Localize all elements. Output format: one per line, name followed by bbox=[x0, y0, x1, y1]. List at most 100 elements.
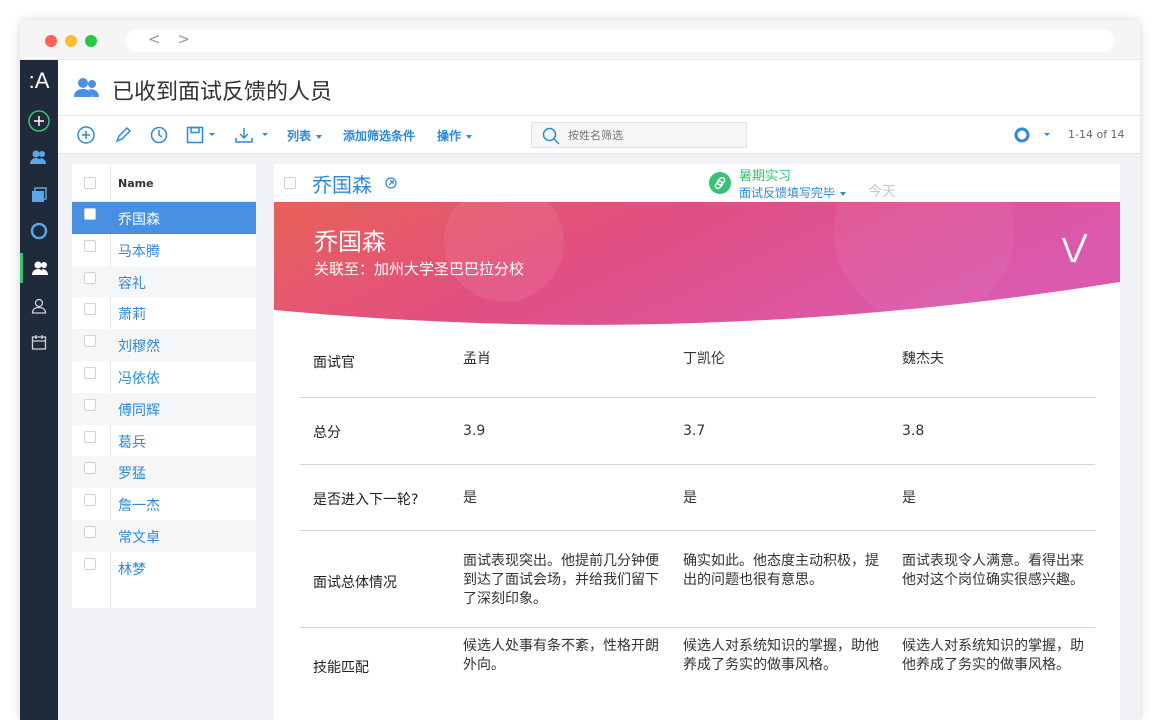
list-item[interactable]: 乔国森 bbox=[72, 202, 256, 234]
candidate-name[interactable]: 詹一杰 bbox=[118, 495, 160, 515]
page-header: 已收到面试反馈的人员 bbox=[58, 60, 1140, 116]
row-checkbox[interactable] bbox=[84, 525, 96, 538]
job-tag[interactable]: 暑期实习 面试反馈填写完毕 bbox=[701, 164, 866, 202]
banner-association: 关联至：加州大学圣巴巴拉分校 bbox=[314, 260, 525, 278]
row-checkbox[interactable] bbox=[84, 366, 96, 379]
name-column-header[interactable]: Name bbox=[118, 177, 154, 190]
list-item[interactable]: 罗猛 bbox=[72, 456, 256, 489]
select-all-checkbox[interactable] bbox=[84, 177, 96, 189]
row-checkbox[interactable] bbox=[84, 271, 96, 284]
sync-caret-icon[interactable] bbox=[1043, 132, 1051, 138]
feedback-status[interactable]: 面试反馈填写完毕 bbox=[739, 184, 847, 201]
app-window: < > :A 已收到面试反馈的人员 列表 添加筛选条件 操作 按姓名筛选 1-1… bbox=[20, 20, 1140, 720]
calendar-icon bbox=[31, 335, 47, 350]
refresh-icon bbox=[30, 222, 48, 240]
plus-circle-icon bbox=[28, 110, 50, 132]
candidate-name[interactable]: 冯依依 bbox=[118, 368, 160, 388]
page-title: 已收到面试反馈的人员 bbox=[112, 80, 333, 105]
nav-person-button[interactable] bbox=[20, 291, 58, 321]
candidate-name[interactable]: 罗猛 bbox=[118, 463, 146, 483]
download-caret-icon[interactable] bbox=[261, 132, 269, 138]
candidate-name[interactable]: 常文卓 bbox=[118, 527, 160, 547]
candidate-name[interactable]: 马本腾 bbox=[118, 241, 160, 261]
row-checkbox[interactable] bbox=[84, 335, 96, 348]
app-logo: :A bbox=[28, 68, 50, 93]
list-item[interactable]: 林梦 bbox=[72, 552, 256, 584]
skills-comment: 候选人对系统知识的掌握，助他养成了务实的做事风格。 bbox=[683, 638, 879, 673]
skills-comment: 候选人处事有条不紊，性格开朗外向。 bbox=[463, 638, 659, 673]
overall-comment: 面试表现令人满意。看得出来他对这个岗位确实很感兴趣。 bbox=[902, 553, 1084, 588]
address-bar[interactable]: < > bbox=[126, 29, 1114, 52]
list-item[interactable]: 常文卓 bbox=[72, 519, 256, 552]
nav-folders-button[interactable] bbox=[20, 180, 58, 210]
candidate-name[interactable]: 刘穆然 bbox=[118, 336, 160, 356]
skills-comment: 候选人对系统知识的掌握，助他养成了务实的做事风格。 bbox=[902, 638, 1084, 673]
row-checkbox[interactable] bbox=[84, 462, 96, 475]
search-icon bbox=[542, 127, 560, 145]
sync-icon[interactable] bbox=[1013, 126, 1031, 144]
next-round-value: 是 bbox=[902, 490, 916, 506]
maximize-window-button[interactable] bbox=[85, 35, 97, 47]
list-item[interactable]: 萧莉 bbox=[72, 297, 256, 329]
nav-calendar-button[interactable] bbox=[20, 327, 58, 357]
row-checkbox[interactable] bbox=[84, 494, 96, 507]
search-box[interactable] bbox=[531, 122, 747, 148]
actions-button[interactable]: 操作 bbox=[437, 127, 473, 144]
list-item[interactable]: 马本腾 bbox=[72, 234, 256, 266]
add-filter-button[interactable]: 添加筛选条件 bbox=[343, 127, 415, 144]
row-checkbox[interactable] bbox=[84, 398, 96, 411]
toolbar: 列表 添加筛选条件 操作 1-14 of 14 bbox=[58, 116, 1140, 154]
people-group-icon bbox=[74, 78, 99, 97]
download-icon[interactable] bbox=[234, 126, 254, 144]
interviewers-row: 面试官 孟肖 丁凯伦 魏杰夫 bbox=[300, 326, 1095, 398]
minimize-window-button[interactable] bbox=[65, 35, 77, 47]
candidate-name[interactable]: 葛兵 bbox=[118, 432, 146, 452]
candidate-banner: 乔国森 关联至：加州大学圣巴巴拉分校 bbox=[274, 202, 1120, 326]
skills-row: 技能匹配 候选人处事有条不紊，性格开朗外向。 候选人对系统知识的掌握，助他养成了… bbox=[300, 628, 1095, 718]
list-item[interactable]: 刘穆然 bbox=[72, 329, 256, 361]
score-row: 总分 3.9 3.7 3.8 bbox=[300, 398, 1095, 465]
list-view-button[interactable]: 列表 bbox=[287, 127, 323, 144]
interviewer-name: 魏杰夫 bbox=[902, 351, 944, 367]
list-item[interactable]: 容礼 bbox=[72, 265, 256, 298]
score-label: 总分 bbox=[313, 425, 341, 441]
actions-caret-icon bbox=[466, 134, 473, 139]
nav-people-button[interactable] bbox=[20, 142, 58, 172]
list-item[interactable]: 冯依依 bbox=[72, 361, 256, 393]
add-circle-icon[interactable] bbox=[77, 126, 95, 144]
candidate-name[interactable]: 萧莉 bbox=[118, 304, 146, 324]
candidate-name[interactable]: 容礼 bbox=[118, 273, 146, 293]
pencil-icon[interactable] bbox=[114, 126, 132, 144]
row-checkbox[interactable] bbox=[84, 557, 96, 570]
candidate-name[interactable]: 傅同辉 bbox=[118, 400, 160, 420]
row-checkbox[interactable] bbox=[84, 208, 96, 220]
nav-arrows-icon[interactable]: < > bbox=[148, 30, 196, 48]
brand-mark-icon bbox=[1062, 233, 1088, 263]
nav-add-button[interactable] bbox=[20, 106, 58, 136]
list-view-label: 列表 bbox=[287, 129, 312, 143]
detail-checkbox[interactable] bbox=[284, 177, 296, 189]
list-item[interactable]: 傅同辉 bbox=[72, 392, 256, 425]
next-round-value: 是 bbox=[683, 490, 697, 506]
save-caret-icon[interactable] bbox=[208, 132, 216, 138]
detail-date: 今天 bbox=[868, 184, 896, 200]
interviewers-label: 面试官 bbox=[313, 355, 355, 371]
left-nav: :A bbox=[20, 60, 58, 720]
row-checkbox[interactable] bbox=[84, 239, 96, 252]
history-icon[interactable] bbox=[150, 126, 168, 144]
list-item[interactable]: 葛兵 bbox=[72, 425, 256, 457]
save-icon[interactable] bbox=[186, 126, 204, 144]
detail-candidate-name[interactable]: 乔国森 bbox=[312, 169, 372, 198]
nav-feedback-people-button[interactable] bbox=[20, 253, 58, 283]
candidate-name[interactable]: 林梦 bbox=[118, 559, 146, 579]
list-item[interactable]: 詹一杰 bbox=[72, 488, 256, 520]
job-title: 暑期实习 bbox=[739, 169, 792, 184]
external-link-icon[interactable] bbox=[385, 177, 397, 189]
row-checkbox[interactable] bbox=[84, 430, 96, 443]
close-window-button[interactable] bbox=[45, 35, 57, 47]
row-checkbox[interactable] bbox=[84, 303, 96, 316]
candidate-name[interactable]: 乔国森 bbox=[118, 209, 160, 229]
link-icon bbox=[709, 172, 731, 194]
search-input[interactable] bbox=[568, 127, 738, 143]
nav-sync-button[interactable] bbox=[20, 216, 58, 246]
